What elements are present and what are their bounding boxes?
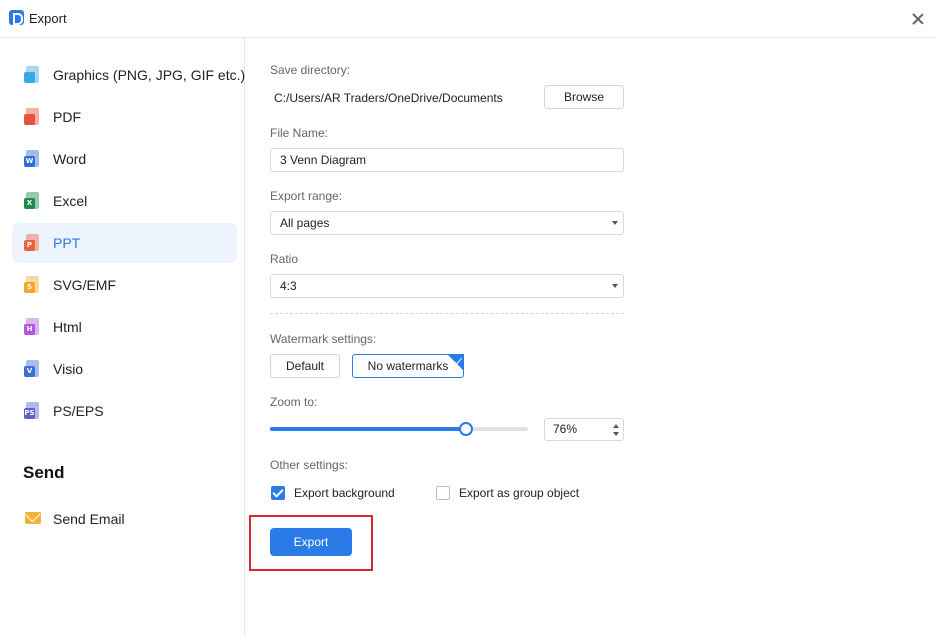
visio-file-icon: V bbox=[24, 360, 40, 379]
file-type-badge bbox=[24, 72, 35, 83]
export-range-value: All pages bbox=[280, 216, 330, 230]
spin-down-icon[interactable] bbox=[613, 432, 619, 436]
file-name-input[interactable]: 3 Venn Diagram bbox=[270, 148, 624, 172]
sidebar-item-label: PS/EPS bbox=[53, 403, 104, 419]
window-title: Export bbox=[29, 11, 67, 26]
sidebar-item-ps-eps[interactable]: PS PS/EPS bbox=[12, 391, 237, 431]
zoom-label: Zoom to: bbox=[270, 395, 318, 409]
divider bbox=[270, 313, 624, 314]
file-type-badge: H bbox=[24, 324, 35, 335]
file-type-badge bbox=[24, 114, 35, 125]
sidebar-item-pdf[interactable]: PDF bbox=[12, 97, 237, 137]
zoom-value: 76% bbox=[553, 422, 578, 436]
export-range-select[interactable]: All pages bbox=[270, 211, 624, 235]
sidebar-item-label: Graphics (PNG, JPG, GIF etc.) bbox=[53, 67, 246, 83]
zoom-slider-handle[interactable] bbox=[459, 422, 474, 436]
file-type-badge: S bbox=[24, 282, 35, 293]
zoom-slider[interactable] bbox=[270, 422, 528, 436]
export-background-checkbox[interactable] bbox=[271, 486, 285, 500]
chevron-down-icon bbox=[612, 284, 618, 288]
send-email-item[interactable]: Send Email bbox=[53, 511, 125, 527]
selected-check-icon bbox=[447, 354, 464, 371]
ratio-select[interactable]: 4:3 bbox=[270, 274, 624, 298]
close-icon[interactable] bbox=[908, 9, 928, 29]
file-type-badge: W bbox=[24, 156, 35, 167]
watermark-settings-label: Watermark settings: bbox=[270, 332, 377, 346]
sidebar: Graphics (PNG, JPG, GIF etc.) PDF W Word X Ex… bbox=[0, 38, 245, 637]
ps-file-icon: PS bbox=[24, 402, 40, 421]
file-type-badge: V bbox=[24, 366, 35, 377]
file-type-badge: X bbox=[24, 198, 35, 209]
export-group-label: Export as group object bbox=[459, 486, 580, 500]
save-directory-label: Save directory: bbox=[270, 63, 351, 77]
sidebar-item-ppt[interactable]: P PPT bbox=[12, 223, 237, 263]
sidebar-item-svg-emf[interactable]: S SVG/EMF bbox=[12, 265, 237, 305]
zoom-input[interactable]: 76% bbox=[544, 418, 624, 441]
excel-file-icon: X bbox=[24, 192, 40, 211]
svg-file-icon: S bbox=[24, 276, 40, 295]
spin-up-icon[interactable] bbox=[613, 424, 619, 428]
sidebar-item-word[interactable]: W Word bbox=[12, 139, 237, 179]
export-group-checkbox[interactable] bbox=[436, 486, 450, 500]
zoom-slider-fill bbox=[270, 427, 467, 431]
sidebar-item-label: PDF bbox=[53, 109, 81, 125]
sidebar-item-excel[interactable]: X Excel bbox=[12, 181, 237, 221]
file-type-badge: P bbox=[24, 240, 35, 251]
envelope-icon bbox=[25, 512, 41, 524]
ratio-value: 4:3 bbox=[280, 279, 297, 293]
title-bar: Export bbox=[0, 0, 936, 38]
export-range-label: Export range: bbox=[270, 189, 343, 203]
sidebar-item-label: Excel bbox=[53, 193, 88, 209]
save-directory-value: C:/Users/AR Traders/OneDrive/Documents bbox=[274, 91, 503, 105]
other-settings-label: Other settings: bbox=[270, 458, 349, 472]
html-file-icon: H bbox=[24, 318, 40, 337]
file-name-label: File Name: bbox=[270, 126, 329, 140]
no-watermarks-button[interactable]: No watermarks bbox=[352, 354, 464, 378]
pdf-file-icon bbox=[24, 108, 40, 127]
sidebar-item-html[interactable]: H Html bbox=[12, 307, 237, 347]
send-heading: Send bbox=[23, 463, 65, 482]
sidebar-item-visio[interactable]: V Visio bbox=[12, 349, 237, 389]
chevron-down-icon bbox=[612, 221, 618, 225]
browse-button[interactable]: Browse bbox=[544, 85, 624, 109]
ppt-file-icon: P bbox=[24, 234, 40, 253]
sidebar-item-label: Visio bbox=[53, 361, 84, 377]
file-type-badge: PS bbox=[24, 408, 35, 419]
no-watermarks-label: No watermarks bbox=[367, 359, 449, 373]
watermark-default-button[interactable]: Default bbox=[270, 354, 340, 378]
word-file-icon: W bbox=[24, 150, 40, 169]
export-button[interactable]: Export bbox=[270, 528, 352, 556]
sidebar-item-label: Word bbox=[53, 151, 87, 167]
ratio-label: Ratio bbox=[270, 252, 299, 266]
sidebar-item-graphics-png-jpg-gif-etc[interactable]: Graphics (PNG, JPG, GIF etc.) bbox=[12, 55, 245, 95]
image-file-icon bbox=[24, 66, 40, 85]
sidebar-item-label: PPT bbox=[53, 235, 81, 251]
app-logo-icon bbox=[9, 10, 24, 25]
sidebar-item-label: SVG/EMF bbox=[53, 277, 117, 293]
sidebar-item-label: Html bbox=[53, 319, 82, 335]
export-background-label: Export background bbox=[294, 486, 395, 500]
